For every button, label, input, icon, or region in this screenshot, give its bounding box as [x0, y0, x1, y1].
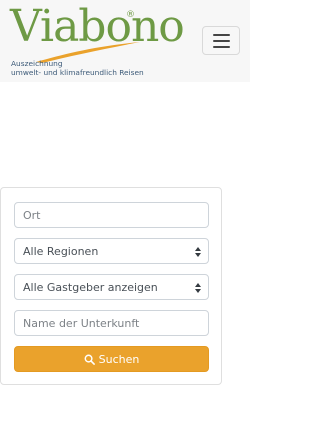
search-form: Ort Alle Regionen Alle Gastgeber anzeige…: [0, 187, 222, 385]
gastgeber-selected-value: Alle Gastgeber anzeigen: [23, 280, 158, 294]
search-submit-button[interactable]: Suchen: [14, 346, 209, 372]
gastgeber-select[interactable]: Alle Gastgeber anzeigen: [14, 274, 209, 300]
unterkunft-name-input[interactable]: Name der Unterkunft: [14, 310, 209, 336]
select-chevron-icon: [195, 247, 201, 257]
logo-tagline-line1: Auszeichnung: [11, 59, 63, 68]
select-chevron-icon: [195, 283, 201, 293]
region-select[interactable]: Alle Regionen: [14, 238, 209, 264]
hamburger-menu-icon: [212, 39, 230, 42]
search-button-label: Suchen: [98, 352, 140, 366]
search-icon: [84, 354, 95, 365]
site-header: Viabono ® Auszeichnung umwelt- und klima…: [0, 0, 250, 82]
logo-registered-mark: ®: [126, 10, 135, 20]
ort-input[interactable]: Ort: [14, 202, 209, 228]
hamburger-menu-icon: [212, 33, 230, 36]
hamburger-menu-icon: [212, 45, 230, 48]
menu-toggle-button[interactable]: [202, 26, 240, 55]
viabono-logo[interactable]: Viabono ® Auszeichnung umwelt- und klima…: [10, 2, 185, 78]
unterkunft-placeholder: Name der Unterkunft: [23, 316, 140, 330]
logo-tagline-line2: umwelt- und klimafreundlich Reisen: [11, 68, 144, 77]
region-selected-value: Alle Regionen: [23, 244, 99, 258]
ort-placeholder: Ort: [23, 208, 41, 222]
